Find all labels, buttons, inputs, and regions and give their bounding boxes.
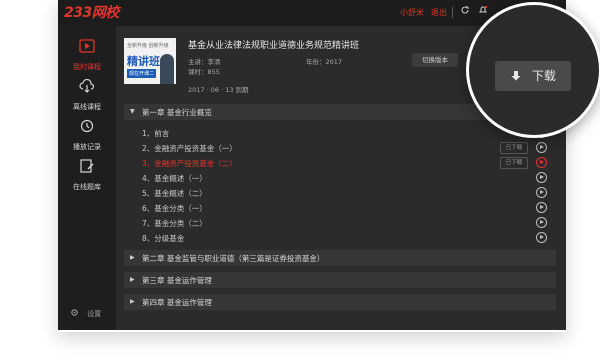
lesson-label: 3、金融资产投资基金（二） xyxy=(142,159,237,168)
download-icon xyxy=(510,69,532,83)
sidebar-item-my-courses[interactable]: 我的课程 xyxy=(58,32,116,71)
sidebar-item-offline-courses[interactable]: 离线课程 xyxy=(58,72,116,111)
course-thumbnail: 全新升级 创新升级 精讲班 现在开课二 xyxy=(124,38,176,84)
download-label: 下载 xyxy=(531,69,556,83)
lesson-label: 1、前言 xyxy=(142,129,170,138)
downloaded-badge: 已下载 xyxy=(500,142,528,154)
sidebar-item-label: 在线题库 xyxy=(73,183,101,191)
chapter-list: ▼ 第一章 基金行业概览 1、前言 2、金融资产投资基金（一） 已下载 3、金融… xyxy=(124,104,556,330)
play-circle-icon[interactable] xyxy=(536,157,547,168)
play-circle-icon[interactable] xyxy=(536,232,547,243)
lesson-label: 5、基金概述（二） xyxy=(142,189,207,198)
play-icon xyxy=(58,38,116,53)
lesson-label: 6、基金分类（一） xyxy=(142,204,207,213)
caret-right-icon: ▶ xyxy=(130,276,135,283)
play-circle-icon[interactable] xyxy=(536,202,547,213)
logout-link[interactable]: 退出 xyxy=(431,7,447,18)
lesson-row[interactable]: 4、基金概述（一） xyxy=(124,170,556,185)
course-year: 年份：2017 xyxy=(306,58,343,66)
teacher-photo xyxy=(160,54,174,84)
chapter-row[interactable]: ▶ 第四章 基金运作管理 xyxy=(124,294,556,310)
app-logo: 233网校 xyxy=(64,5,119,21)
switch-version-button[interactable]: 切换版本 xyxy=(412,53,458,67)
lesson-row[interactable]: 8、分级基金 xyxy=(124,230,556,245)
play-circle-icon[interactable] xyxy=(536,187,547,198)
course-expiry-date: 2017 · 06 · 13 到期 xyxy=(188,86,249,94)
zoom-magnifier: 下载 xyxy=(466,2,600,138)
sidebar-item-question-bank[interactable]: 在线题库 xyxy=(58,152,116,191)
titlebar-divider xyxy=(452,7,453,18)
lesson-label: 4、基金概述（一） xyxy=(142,174,207,183)
caret-right-icon: ▶ xyxy=(130,254,135,261)
sidebar-item-label: 我的课程 xyxy=(73,63,101,71)
course-lessons: 课时：855 xyxy=(188,68,220,76)
lesson-row[interactable]: 6、基金分类（一） xyxy=(124,200,556,215)
edit-icon xyxy=(58,158,116,173)
lesson-label: 2、金融资产投资基金（一） xyxy=(142,144,237,153)
chapter-label: 第二章 基金监管与职业道德（第三篇是证券投资基金） xyxy=(142,254,325,263)
lesson-row[interactable]: 7、基金分类（二） xyxy=(124,215,556,230)
chapter-row[interactable]: ▶ 第三章 基金运作管理 xyxy=(124,272,556,288)
lesson-row-active[interactable]: 3、金融资产投资基金（二） 已下载 xyxy=(124,155,556,170)
downloaded-badge: 已下载 xyxy=(500,157,528,169)
lesson-label: 7、基金分类（二） xyxy=(142,219,207,228)
caret-down-icon: ▼ xyxy=(130,108,135,115)
sidebar-item-label: 离线课程 xyxy=(73,103,101,111)
sidebar-item-play-history[interactable]: 播放记录 xyxy=(58,112,116,151)
play-circle-icon[interactable] xyxy=(536,217,547,228)
play-circle-icon[interactable] xyxy=(536,172,547,183)
course-teacher: 主讲：李清 xyxy=(188,58,221,66)
lesson-row[interactable]: 5、基金概述（二） xyxy=(124,185,556,200)
sidebar: 我的课程 离线课程 播放记录 在线题库 设置 xyxy=(58,26,116,330)
gear-icon xyxy=(70,309,81,318)
settings-button[interactable]: 设置 xyxy=(70,308,101,319)
magnified-area: 下载 xyxy=(469,5,599,135)
lesson-row[interactable]: 2、金融资产投资基金（一） 已下载 xyxy=(124,140,556,155)
course-title: 基金从业法律法规职业道德业务规范精讲班 xyxy=(188,41,360,51)
chapter-label: 第三章 基金运作管理 xyxy=(142,276,212,285)
settings-label: 设置 xyxy=(87,310,102,318)
thumbnail-title: 精讲班 xyxy=(127,55,160,68)
username-link[interactable]: 小舒米 xyxy=(400,7,424,18)
download-button[interactable]: 下载 xyxy=(495,61,571,91)
cloud-download-icon xyxy=(58,78,116,93)
chapter-row[interactable]: ▶ 第二章 基金监管与职业道德（第三篇是证券投资基金） xyxy=(124,250,556,266)
caret-right-icon: ▶ xyxy=(130,298,135,305)
thumbnail-tag: 现在开课二 xyxy=(127,69,157,78)
history-icon xyxy=(58,118,116,133)
lesson-label: 8、分级基金 xyxy=(142,234,185,243)
chapter-label: 第四章 基金运作管理 xyxy=(142,298,212,307)
play-circle-icon[interactable] xyxy=(536,142,547,153)
sidebar-item-label: 播放记录 xyxy=(73,143,101,151)
chapter-label: 第一章 基金行业概览 xyxy=(142,108,212,117)
thumbnail-caption: 全新升级 创新升级 xyxy=(127,43,169,49)
